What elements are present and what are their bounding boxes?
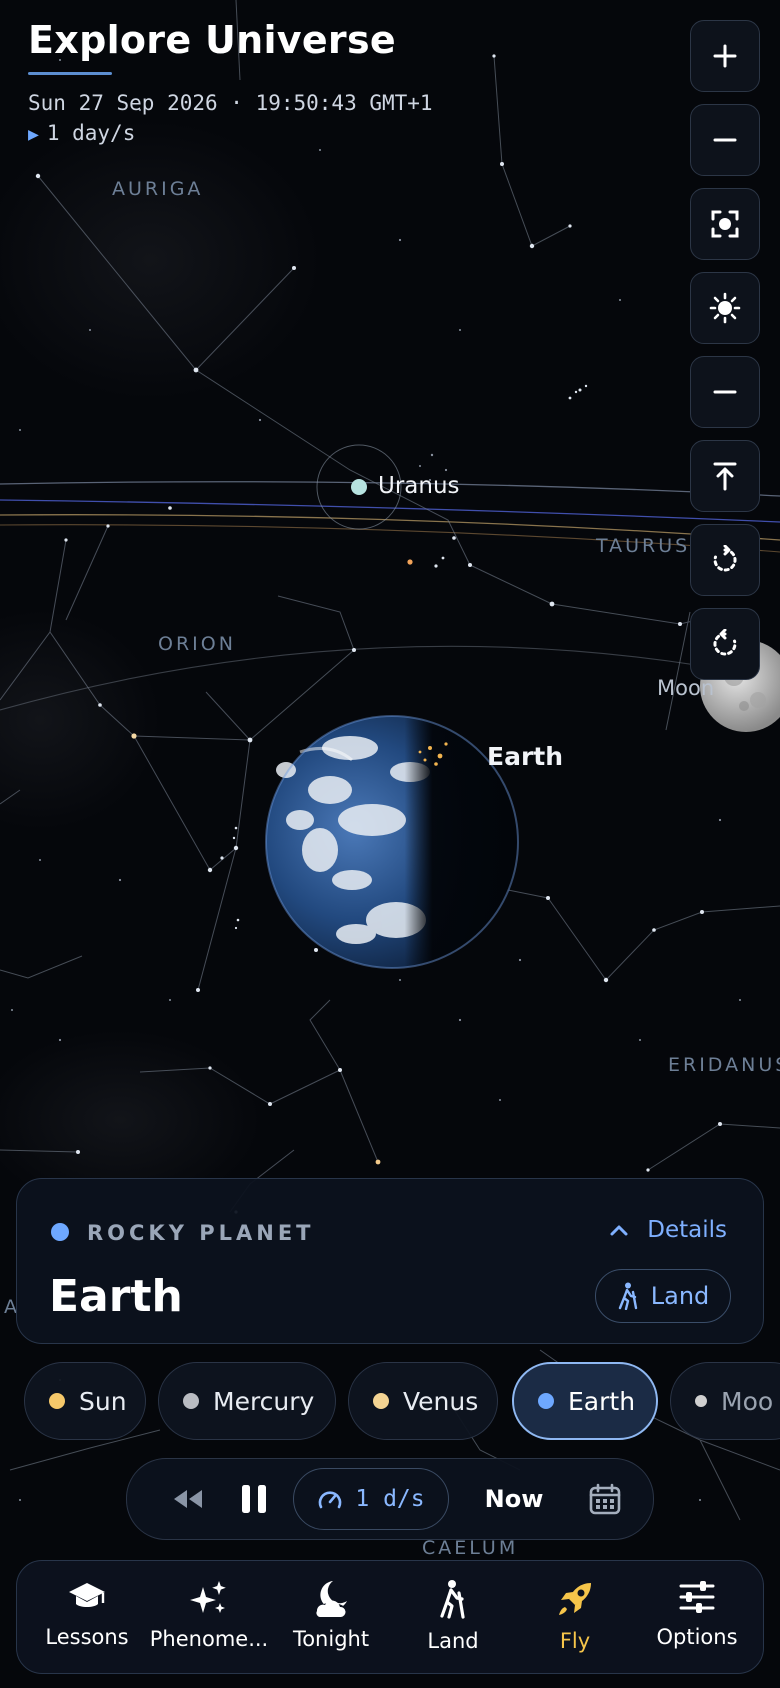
nav-options[interactable]: Options xyxy=(636,1561,758,1675)
now-button[interactable]: Now xyxy=(469,1459,559,1539)
constellation-label-caelum: CAELUM xyxy=(422,1537,519,1559)
details-label: Details xyxy=(647,1217,727,1243)
earth-globe xyxy=(265,715,519,969)
title-underline xyxy=(28,72,112,75)
body-label-moon[interactable]: Moon xyxy=(657,676,714,700)
arrow-up-bar-icon xyxy=(713,462,737,491)
sliders-icon xyxy=(679,1581,715,1613)
time-rate[interactable]: ▶ 1 day/s xyxy=(28,121,433,145)
chip-label: Mercury xyxy=(213,1386,315,1416)
constellation-label-orion: ORION xyxy=(158,633,236,655)
chip-dot xyxy=(183,1393,199,1409)
nav-lessons[interactable]: Lessons xyxy=(26,1561,148,1675)
nav-label: Fly xyxy=(559,1629,591,1653)
rotate-left-button[interactable] xyxy=(690,524,760,596)
time-controls: 1 d/s Now xyxy=(126,1458,654,1540)
body-type: ROCKY PLANET xyxy=(87,1221,315,1245)
hiker-icon xyxy=(440,1580,465,1619)
speed-button[interactable]: 1 d/s xyxy=(293,1468,449,1530)
chip-dot xyxy=(538,1393,554,1409)
rewind-icon xyxy=(174,1490,202,1508)
nav-land[interactable]: Land xyxy=(392,1561,514,1675)
pause-button[interactable] xyxy=(223,1459,285,1539)
time-rate-label: 1 day/s xyxy=(46,121,136,145)
rotate-cw-icon xyxy=(713,629,737,656)
calendar-button[interactable] xyxy=(567,1459,643,1539)
body-info-card: ROCKY PLANET Details Earth Land xyxy=(16,1178,764,1344)
hiker-icon xyxy=(618,1282,637,1310)
chip-dot xyxy=(695,1395,707,1407)
minus-icon xyxy=(713,390,737,394)
nav-label: Land xyxy=(427,1629,479,1653)
body-selector: Sun Mercury Venus Earth Moo xyxy=(24,1362,780,1442)
rewind-button[interactable] xyxy=(153,1459,223,1539)
land-button-label: Land xyxy=(650,1282,710,1310)
rotate-right-button[interactable] xyxy=(690,608,760,680)
sparkles-icon xyxy=(190,1581,226,1613)
graduation-cap-icon xyxy=(69,1583,105,1607)
nav-phenomena[interactable]: Phenome... xyxy=(148,1561,270,1675)
body-type-dot xyxy=(51,1223,69,1241)
rocket-icon xyxy=(559,1583,591,1615)
details-button[interactable]: Details xyxy=(609,1217,727,1243)
body-label-earth[interactable]: Earth xyxy=(487,742,563,771)
body-label-uranus[interactable]: Uranus xyxy=(378,473,460,499)
chip-label: Sun xyxy=(79,1386,127,1416)
constellation-label-auriga: AURIGA xyxy=(112,178,204,200)
minus-icon xyxy=(713,138,737,142)
top-view-button[interactable] xyxy=(690,440,760,512)
chip-mercury[interactable]: Mercury xyxy=(158,1362,336,1440)
moon-cloud-icon xyxy=(316,1581,347,1617)
chip-moon[interactable]: Moo xyxy=(670,1362,780,1440)
zoom-in-button[interactable] xyxy=(690,20,760,92)
chip-label: Earth xyxy=(568,1386,636,1416)
nav-label: Lessons xyxy=(45,1625,129,1649)
calendar-icon xyxy=(589,1483,621,1515)
speed-label: 1 d/s xyxy=(355,1486,425,1512)
sun-icon xyxy=(709,292,741,324)
constellation-label-eridanus: ERIDANUS xyxy=(668,1054,780,1076)
constellation-label-taurus: TAURUS xyxy=(596,535,691,557)
collapse-button[interactable] xyxy=(690,356,760,428)
brightness-button[interactable] xyxy=(690,272,760,344)
body-name: Earth xyxy=(49,1271,183,1322)
datetime-readout[interactable]: Sun 27 Sep 2026 · 19:50:43 GMT+1 xyxy=(28,91,433,115)
focus-frame-icon xyxy=(711,210,739,238)
chip-dot xyxy=(49,1393,65,1409)
nav-tonight[interactable]: Tonight xyxy=(270,1561,392,1675)
pause-icon xyxy=(242,1485,266,1513)
nav-label: Phenome... xyxy=(149,1627,269,1651)
nav-label: Options xyxy=(656,1625,738,1649)
chip-label: Venus xyxy=(403,1386,479,1416)
focus-button[interactable] xyxy=(690,188,760,260)
map-controls xyxy=(690,20,760,680)
chip-earth[interactable]: Earth xyxy=(512,1362,658,1440)
speedometer-icon xyxy=(319,1491,342,1509)
nav-fly[interactable]: Fly xyxy=(514,1561,636,1675)
zoom-out-button[interactable] xyxy=(690,104,760,176)
chip-label: Moo xyxy=(721,1386,774,1416)
land-button[interactable]: Land xyxy=(595,1269,731,1323)
chip-venus[interactable]: Venus xyxy=(348,1362,498,1440)
chip-dot xyxy=(373,1393,389,1409)
bottom-nav: Lessons Phenome... Tonight Land Fly Opti… xyxy=(16,1560,764,1674)
chevron-up-icon xyxy=(610,1225,628,1236)
play-icon: ▶ xyxy=(28,124,39,145)
app-title: Explore Universe xyxy=(28,18,396,62)
header: Explore Universe Sun 27 Sep 2026 · 19:50… xyxy=(28,18,433,145)
plus-icon xyxy=(713,44,737,68)
rotate-ccw-icon xyxy=(713,545,737,572)
chip-sun[interactable]: Sun xyxy=(24,1362,146,1440)
nav-label: Tonight xyxy=(292,1627,370,1651)
